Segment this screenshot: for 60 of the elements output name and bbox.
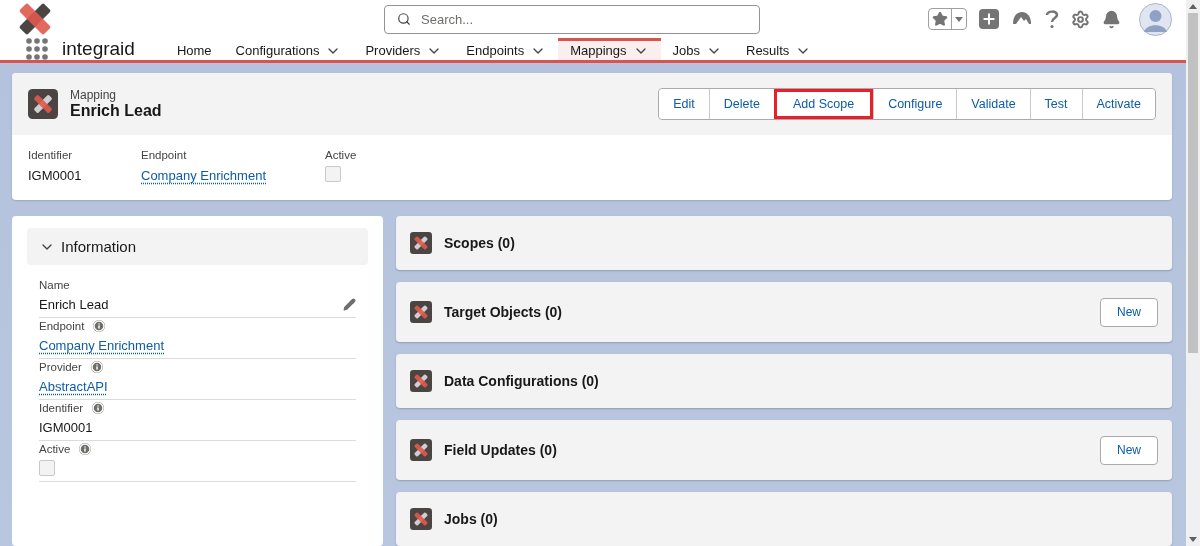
record-link[interactable]: AbstractAPI xyxy=(39,378,108,394)
add-button[interactable] xyxy=(979,9,999,29)
list-icon xyxy=(410,232,432,254)
field-value: IGM0001 xyxy=(28,168,82,183)
scrollbar[interactable] xyxy=(1186,0,1200,546)
record-title: Enrich Lead xyxy=(70,102,162,120)
list-icon xyxy=(410,508,432,530)
list-icon xyxy=(410,370,432,392)
info-icon[interactable] xyxy=(79,443,92,455)
record-link[interactable]: Company Enrichment xyxy=(141,168,266,183)
star-icon xyxy=(932,11,948,27)
caret-icon xyxy=(955,16,963,22)
nav-tab[interactable]: Providers xyxy=(353,38,455,60)
nav-tab[interactable]: Jobs xyxy=(660,38,734,60)
action-button[interactable]: Activate xyxy=(1081,89,1155,119)
info-icon[interactable] xyxy=(93,320,106,332)
field-label: Endpoint xyxy=(39,320,85,332)
app-launcher-icon[interactable] xyxy=(26,38,48,60)
help-icon[interactable] xyxy=(1045,9,1059,29)
field-label: Identifier xyxy=(39,402,84,414)
field-label: Active xyxy=(325,149,358,161)
edit-icon[interactable] xyxy=(343,297,356,311)
record-link[interactable]: Company Enrichment xyxy=(39,337,164,353)
search-input[interactable]: Search... xyxy=(419,10,747,28)
field-value: IGM0001 xyxy=(39,419,93,435)
field-value: Enrich Lead xyxy=(39,296,109,312)
field-label: Active xyxy=(39,443,71,455)
action-button[interactable]: Add Scope xyxy=(773,89,874,119)
nav-tab[interactable]: Home xyxy=(164,38,224,60)
info-icon[interactable] xyxy=(90,361,103,373)
related-list-title[interactable]: Target Objects (0) xyxy=(444,304,562,320)
related-list-title[interactable]: Jobs (0) xyxy=(444,511,498,527)
field-label: Name xyxy=(39,279,70,291)
section-header[interactable]: Information xyxy=(27,228,368,265)
favorites-button[interactable] xyxy=(928,8,967,30)
checkbox[interactable] xyxy=(325,166,341,182)
nav-tab[interactable]: Results xyxy=(734,38,824,60)
settings-icon[interactable] xyxy=(1071,9,1090,29)
object-type: Mapping xyxy=(70,88,118,102)
list-icon xyxy=(410,301,432,323)
field-label: Endpoint xyxy=(141,149,188,161)
related-list-title[interactable]: Field Updates (0) xyxy=(444,442,557,458)
field-label: Identifier xyxy=(28,149,74,161)
notifications-icon[interactable] xyxy=(1102,9,1121,29)
related-list-title[interactable]: Data Configurations (0) xyxy=(444,373,599,389)
nav-tab[interactable]: Endpoints xyxy=(454,38,559,60)
checkbox[interactable] xyxy=(39,460,55,476)
nav-tab[interactable]: Mappings xyxy=(558,38,661,60)
field-label: Provider xyxy=(39,361,82,373)
avatar[interactable] xyxy=(1139,2,1172,36)
search-icon xyxy=(397,12,411,26)
app-name: integraid xyxy=(62,38,135,60)
info-icon[interactable] xyxy=(92,402,105,414)
new-button[interactable]: New xyxy=(1100,435,1158,465)
search-field[interactable]: Search... xyxy=(384,4,760,34)
record-icon xyxy=(28,89,58,119)
nav-tab[interactable]: Configurations xyxy=(223,38,354,60)
related-list-title[interactable]: Scopes (0) xyxy=(444,235,515,251)
list-icon xyxy=(410,439,432,461)
new-button[interactable]: New xyxy=(1100,297,1158,327)
